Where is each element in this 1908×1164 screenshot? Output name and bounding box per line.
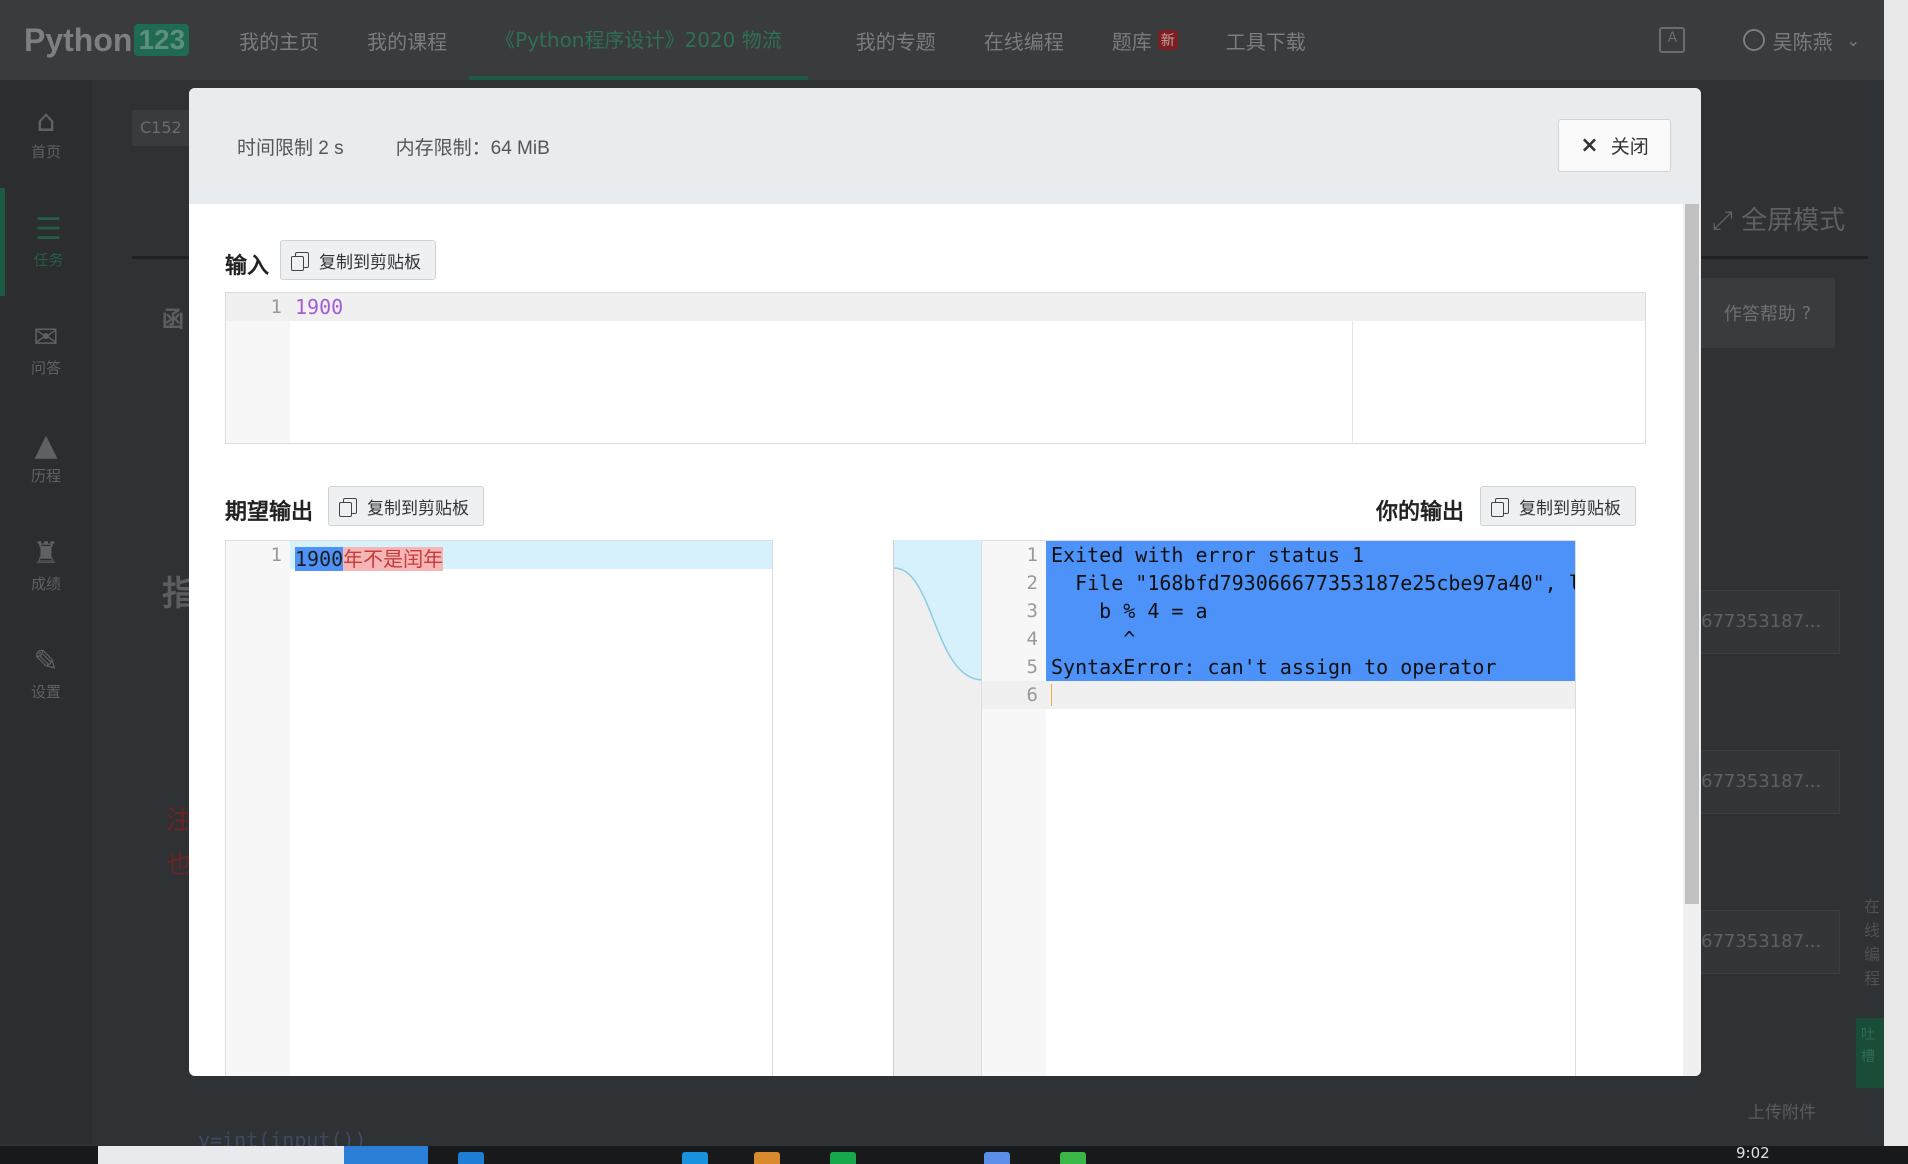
fullscreen-button[interactable]: ⤢ 全屏模式: [1712, 200, 1845, 237]
edge-icon[interactable]: [458, 1152, 484, 1164]
your-output-editor[interactable]: 1 2 3 4 5 6 Exited with error status 1 F…: [981, 540, 1576, 1076]
nav-downloads[interactable]: 工具下载: [1226, 0, 1306, 80]
feedback-tab[interactable]: 吐槽: [1856, 1018, 1886, 1088]
output-line: Exited with error status 1: [1051, 543, 1365, 567]
app-icon[interactable]: [682, 1152, 708, 1164]
copy-icon: [291, 252, 309, 271]
wrench-icon: ✎: [33, 643, 59, 679]
sidebar-item-settings[interactable]: ✎ 设置: [0, 620, 92, 728]
online-coding-vertical[interactable]: 在线编程: [1864, 895, 1880, 991]
expected-output-editor[interactable]: 1 1900年不是闰年: [225, 540, 773, 1076]
trophy-icon: ♜: [32, 535, 60, 571]
bg-heading: 函: [162, 308, 185, 333]
modal-header: 时间限制 2 s 内存限制：64 MiB × 关闭: [189, 88, 1701, 204]
upload-attachment[interactable]: 上传附件: [1748, 1098, 1816, 1123]
line-number: 1: [1026, 544, 1038, 566]
bg-card: 677353187...: [1700, 910, 1840, 974]
bg-card: 677353187...: [1700, 590, 1840, 654]
expected-text: 年不是闰年: [343, 547, 444, 571]
input-editor[interactable]: 1 1900: [225, 292, 1646, 444]
output-line: SyntaxError: can't assign to operator: [1051, 655, 1497, 679]
sidebar-item-home[interactable]: ⌂ 首页: [0, 80, 92, 188]
input-line: 1900: [295, 295, 344, 319]
app-icon[interactable]: [984, 1152, 1010, 1164]
copy-expected-button[interactable]: 复制到剪贴板: [328, 486, 484, 526]
home-icon: ⌂: [36, 103, 56, 139]
user-name[interactable]: 吴陈燕: [1773, 26, 1833, 55]
output-line: File "168bfd793066677353187e25cbe97a40",…: [1051, 571, 1576, 595]
line-number: 6: [1026, 684, 1038, 706]
nav-online-coding[interactable]: 在线编程: [984, 0, 1064, 80]
input-label: 输入: [225, 254, 270, 279]
app-icon[interactable]: [1060, 1152, 1086, 1164]
user-icon: [1742, 29, 1765, 51]
tasks-icon: ☰: [35, 211, 62, 247]
text-cursor: [1051, 684, 1052, 706]
modal-body: 输入 复制到剪贴板 1 1900 期望输出 复制到剪贴板 你的输出 复制到剪贴板: [189, 204, 1701, 1076]
output-line: b % 4 = a: [1051, 599, 1208, 623]
scrollbar-thumb[interactable]: [1685, 204, 1699, 904]
chevron-down-icon[interactable]: ⌄: [1847, 31, 1860, 50]
clock: 9:02: [1736, 1146, 1770, 1162]
nav-current-course[interactable]: 《Python程序设计》2020 物流: [469, 0, 808, 80]
copy-icon: [339, 498, 357, 517]
page-scrollbar[interactable]: [1884, 0, 1908, 1146]
modal-scrollbar[interactable]: [1683, 204, 1701, 1076]
nav-topics[interactable]: 我的专题: [856, 0, 936, 80]
expected-number: 1900: [295, 547, 344, 571]
output-line: ^: [1051, 627, 1136, 651]
tree-icon: ▲: [34, 427, 58, 463]
copy-icon: [1491, 498, 1509, 517]
nav-home[interactable]: 我的主页: [239, 0, 319, 80]
translate-icon[interactable]: [1658, 27, 1685, 53]
line-number: 2: [1026, 572, 1038, 594]
diff-gutter: [893, 540, 983, 1076]
folder-icon[interactable]: [754, 1152, 780, 1164]
sidebar-item-grades[interactable]: ♜ 成绩: [0, 512, 92, 620]
sidebar-item-qa[interactable]: ✉ 问答: [0, 296, 92, 404]
your-output-label: 你的输出: [1376, 500, 1465, 525]
sidebar: ⌂ 首页 ☰ 任务 ✉ 问答 ▲ 历程 ♜ 成绩 ✎ 设置: [0, 80, 92, 1144]
nav-courses[interactable]: 我的课程: [367, 0, 447, 80]
sidebar-item-history[interactable]: ▲ 历程: [0, 404, 92, 512]
copy-input-button[interactable]: 复制到剪贴板: [280, 240, 436, 280]
nav-question-bank[interactable]: 题库新: [1112, 0, 1178, 80]
diff-connector: [894, 540, 983, 681]
test-result-modal: 时间限制 2 s 内存限制：64 MiB × 关闭 输入 复制到剪贴板 1 19…: [189, 88, 1701, 1076]
wechat-icon[interactable]: [830, 1152, 856, 1164]
bg-card: 677353187...: [1700, 750, 1840, 814]
time-limit: 时间限制 2 s: [237, 137, 344, 159]
close-icon: ×: [1580, 133, 1599, 158]
expected-output-label: 期望输出: [225, 500, 314, 525]
help-button[interactable]: 作答帮助 ?: [1700, 278, 1835, 348]
line-number: 5: [1026, 656, 1038, 678]
line-number: 4: [1026, 628, 1038, 650]
comments-icon: ✉: [33, 319, 59, 355]
line-number: 1: [270, 544, 282, 566]
expected-line: 1900年不是闰年: [295, 543, 444, 572]
line-number: 1: [270, 296, 282, 318]
taskbar-active-app[interactable]: [344, 1146, 428, 1164]
close-button[interactable]: × 关闭: [1558, 119, 1671, 172]
taskbar: 9:02: [0, 1146, 1908, 1164]
copy-your-output-button[interactable]: 复制到剪贴板: [1480, 486, 1636, 526]
taskbar-search[interactable]: [98, 1146, 344, 1164]
new-badge: 新: [1157, 30, 1178, 50]
sidebar-item-tasks[interactable]: ☰ 任务: [0, 188, 92, 296]
memory-limit: 内存限制：64 MiB: [395, 137, 550, 159]
top-nav: Python 123 我的主页 我的课程 《Python程序设计》2020 物流 …: [0, 0, 1908, 80]
line-number: 3: [1026, 600, 1038, 622]
logo[interactable]: Python 123: [24, 22, 190, 59]
